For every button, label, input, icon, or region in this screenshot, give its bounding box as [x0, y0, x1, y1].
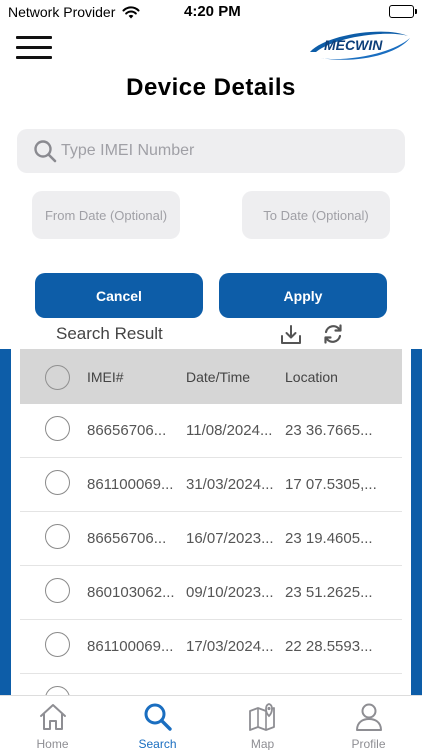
row-date-time: 16/07/2023... [186, 530, 274, 547]
row-imei: 860103062... [87, 584, 175, 601]
map-icon [249, 703, 275, 731]
tab-label: Profile [351, 737, 386, 750]
row-location: 23 51.2625... [285, 584, 373, 601]
search-icon [144, 703, 172, 731]
profile-icon [356, 703, 382, 731]
row-location: 17 07.5305,... [285, 476, 377, 493]
to-date-field[interactable]: To Date (Optional) [242, 191, 390, 239]
column-header-location: Location [285, 369, 338, 385]
bottom-tab-bar: Home Search Map Profile [0, 695, 422, 750]
from-date-field[interactable]: From Date (Optional) [32, 191, 180, 239]
battery-icon [389, 5, 417, 18]
column-header-imei: IMEI# [87, 369, 124, 385]
tab-map[interactable]: Map [210, 696, 315, 750]
row-location: 23 19.4605... [285, 530, 373, 547]
row-radio[interactable] [45, 524, 70, 549]
tab-label: Home [36, 737, 69, 750]
logo-text: MECWIN [324, 37, 383, 53]
status-time: 4:20 PM [184, 3, 241, 20]
row-date-time: 09/10/2023... [186, 584, 274, 601]
row-date-time: 31/03/2024... [186, 476, 274, 493]
cancel-button[interactable]: Cancel [35, 273, 203, 318]
imei-search-input[interactable] [61, 129, 391, 173]
row-imei: 86656706... [87, 530, 167, 547]
refresh-icon[interactable] [322, 323, 344, 350]
row-imei: 861100069... [87, 638, 174, 655]
table-row[interactable]: 86656706... 16/07/2023... 23 19.4605... [20, 512, 402, 566]
left-accent-bar [0, 349, 11, 695]
results-table: IMEI# Date/Time Location 86656706... 11/… [20, 349, 402, 695]
row-date-time: 11/08/2024... [186, 422, 273, 439]
row-location: 22 28.5593... [285, 638, 373, 655]
table-row[interactable]: 861100069... 31/03/2024... 17 07.5305,..… [20, 458, 402, 512]
tab-search[interactable]: Search [105, 696, 210, 750]
row-date-time: 17/03/2024... [186, 638, 274, 655]
table-row[interactable]: 860103062... 09/10/2023... 23 51.2625... [20, 566, 402, 620]
row-radio[interactable] [45, 632, 70, 657]
search-result-heading: Search Result [56, 324, 163, 343]
search-icon [34, 140, 57, 163]
tab-label: Search [138, 737, 177, 750]
select-all-radio[interactable] [45, 365, 70, 390]
table-header: IMEI# Date/Time Location [20, 349, 402, 404]
table-row[interactable] [20, 674, 402, 695]
mecwin-logo: MECWIN [306, 28, 412, 64]
row-radio[interactable] [45, 416, 70, 441]
table-row[interactable]: 86656706... 11/08/2024... 23 36.7665... [20, 404, 402, 458]
imei-search-box[interactable] [17, 129, 405, 173]
wifi-icon [122, 5, 140, 24]
column-header-date-time: Date/Time [186, 369, 251, 385]
table-row[interactable]: 861100069... 17/03/2024... 22 28.5593... [20, 620, 402, 674]
row-location: 23 36.7665... [285, 422, 373, 439]
download-icon[interactable] [280, 324, 302, 351]
tab-home[interactable]: Home [0, 696, 105, 750]
row-imei: 861100069... [87, 476, 174, 493]
row-radio[interactable] [45, 470, 70, 495]
page-title: Device Details [126, 74, 296, 101]
row-radio[interactable] [45, 578, 70, 603]
carrier-name: Network Provider [8, 4, 116, 20]
row-imei: 86656706... [87, 422, 167, 439]
home-icon [40, 704, 66, 730]
apply-button[interactable]: Apply [219, 273, 387, 318]
status-bar: Network Provider 4:20 PM [0, 0, 422, 24]
tab-label: Map [250, 737, 275, 750]
menu-icon[interactable] [16, 36, 52, 60]
row-radio[interactable] [45, 686, 70, 695]
tab-profile[interactable]: Profile [316, 696, 421, 750]
right-accent-bar [411, 349, 422, 695]
